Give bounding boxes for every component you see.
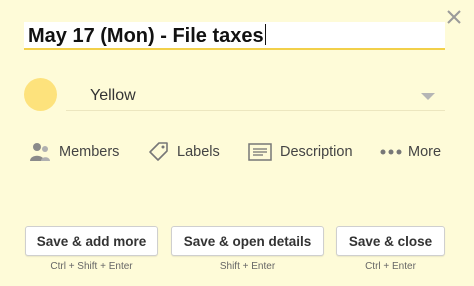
members-icon <box>30 143 50 161</box>
save-close-shortcut: Ctrl + Enter <box>365 261 416 272</box>
title-input[interactable]: May 17 (Mon) - File taxes <box>28 24 267 48</box>
color-swatch[interactable] <box>24 78 57 111</box>
save-add-more-button[interactable]: Save & add more <box>25 226 158 256</box>
title-input-text: May 17 (Mon) - File taxes <box>28 25 264 47</box>
text-caret <box>264 24 267 45</box>
save-open-details-shortcut: Shift + Enter <box>219 261 276 272</box>
labels-button[interactable]: Labels <box>148 140 240 166</box>
labels-label: Labels <box>177 144 220 160</box>
button-bar: Save & add more Ctrl + Shift + Enter Sav… <box>0 226 474 286</box>
more-label: More <box>408 144 442 160</box>
members-button[interactable]: Members <box>28 140 120 166</box>
color-row: Yellow <box>24 78 445 112</box>
description-button[interactable]: Description <box>248 140 368 166</box>
action-bar: Members Labels Description More <box>28 140 448 166</box>
save-add-more-shortcut: Ctrl + Shift + Enter <box>50 261 133 272</box>
description-icon <box>248 143 272 161</box>
more-dots-icon <box>380 149 402 155</box>
chevron-down-icon <box>421 93 435 100</box>
tag-icon <box>149 142 168 161</box>
members-label: Members <box>59 144 120 160</box>
color-select[interactable]: Yellow <box>66 82 445 111</box>
save-open-details-button[interactable]: Save & open details <box>171 226 324 256</box>
save-close-button[interactable]: Save & close <box>336 226 445 256</box>
close-icon[interactable] <box>443 6 465 28</box>
description-label: Description <box>280 144 353 160</box>
title-field[interactable]: May 17 (Mon) - File taxes <box>24 22 445 50</box>
color-select-value: Yellow <box>90 87 136 104</box>
more-button[interactable]: More <box>379 140 447 166</box>
